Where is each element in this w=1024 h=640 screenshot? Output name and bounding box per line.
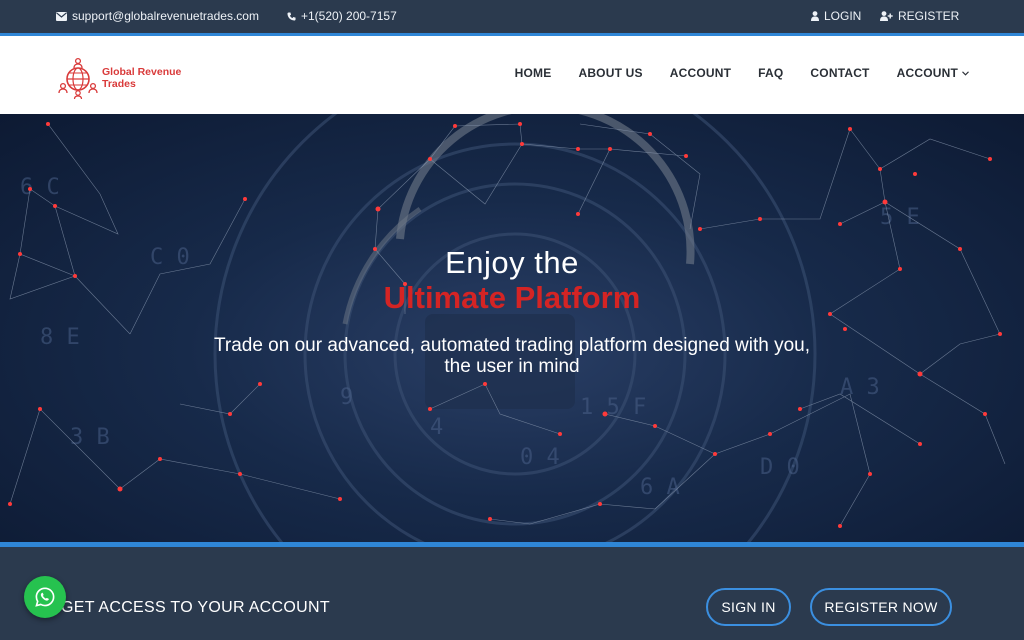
- globe-people-logo-icon: [58, 57, 98, 99]
- envelope-icon: [56, 11, 67, 21]
- nav-about-us-label: ABOUT US: [578, 66, 643, 80]
- top-bar: support@globalrevenuetrades.com +1(520) …: [0, 0, 1024, 33]
- svg-text:3 B: 3 B: [70, 425, 110, 450]
- svg-text:4: 4: [430, 415, 443, 440]
- nav-account-label: ACCOUNT: [669, 66, 732, 80]
- svg-text:8 E: 8 E: [40, 325, 80, 350]
- support-phone[interactable]: +1(520) 200-7157: [287, 9, 397, 23]
- register-label: REGISTER: [898, 9, 960, 23]
- chevron-down-icon: [962, 70, 969, 76]
- login-link[interactable]: LOGIN: [811, 9, 861, 23]
- hero-network-background: 6 C8 E3 B 940 4 1 5 F6 AD 0 A 3C 05 E: [8, 114, 1006, 542]
- hero-title-line2: Ultimate Platform: [383, 280, 641, 315]
- nav-home[interactable]: HOME: [515, 66, 552, 80]
- brand-logo[interactable]: Global Revenue Trades: [58, 57, 192, 99]
- register-link[interactable]: REGISTER: [880, 9, 959, 23]
- nav-contact[interactable]: CONTACT: [810, 66, 869, 80]
- hero-subtitle: Trade on our advanced, automated trading…: [213, 335, 811, 377]
- nav-faq[interactable]: FAQ: [758, 66, 783, 80]
- svg-text:6 A: 6 A: [640, 475, 680, 500]
- brand-name: Global Revenue Trades: [102, 66, 182, 90]
- support-email-text: support@globalrevenuetrades.com: [72, 9, 259, 23]
- svg-text:D 0: D 0: [760, 455, 800, 480]
- hero-title-line1: Enjoy the: [445, 245, 579, 280]
- whatsapp-chat-button[interactable]: [24, 576, 66, 618]
- account-access-strip: GET ACCESS TO YOUR ACCOUNT SIGN IN REGIS…: [0, 547, 1024, 640]
- support-phone-text: +1(520) 200-7157: [301, 9, 397, 23]
- nav-contact-label: CONTACT: [810, 66, 870, 80]
- nav-faq-label: FAQ: [758, 66, 784, 80]
- register-now-button[interactable]: REGISTER NOW: [810, 588, 952, 626]
- login-label: LOGIN: [824, 9, 862, 23]
- support-email[interactable]: support@globalrevenuetrades.com: [56, 9, 259, 23]
- hero-banner: 6 C8 E3 B 940 4 1 5 F6 AD 0 A 3C 05 E En…: [0, 114, 1024, 542]
- sign-in-button[interactable]: SIGN IN: [706, 588, 791, 626]
- phone-icon: [287, 11, 296, 21]
- nav-account-dropdown-label: ACCOUNT: [896, 66, 958, 80]
- nav-account-dropdown[interactable]: ACCOUNT: [897, 66, 969, 80]
- nav-account[interactable]: ACCOUNT: [670, 66, 731, 80]
- whatsapp-icon: [35, 587, 55, 607]
- nav-home-label: HOME: [514, 66, 552, 80]
- svg-text:5 E: 5 E: [880, 205, 920, 230]
- svg-text:0 4: 0 4: [520, 445, 560, 470]
- nav-about-us[interactable]: ABOUT US: [578, 66, 642, 80]
- svg-text:9: 9: [340, 385, 353, 410]
- svg-text:6 C: 6 C: [20, 175, 60, 200]
- account-access-label: GET ACCESS TO YOUR ACCOUNT: [61, 599, 330, 616]
- site-header: Global Revenue Trades HOME ABOUT US ACCO…: [0, 36, 1024, 114]
- user-plus-icon: [880, 11, 893, 21]
- user-icon: [811, 11, 819, 21]
- main-nav: HOME ABOUT US ACCOUNT FAQ CONTACT ACCOUN…: [515, 66, 969, 80]
